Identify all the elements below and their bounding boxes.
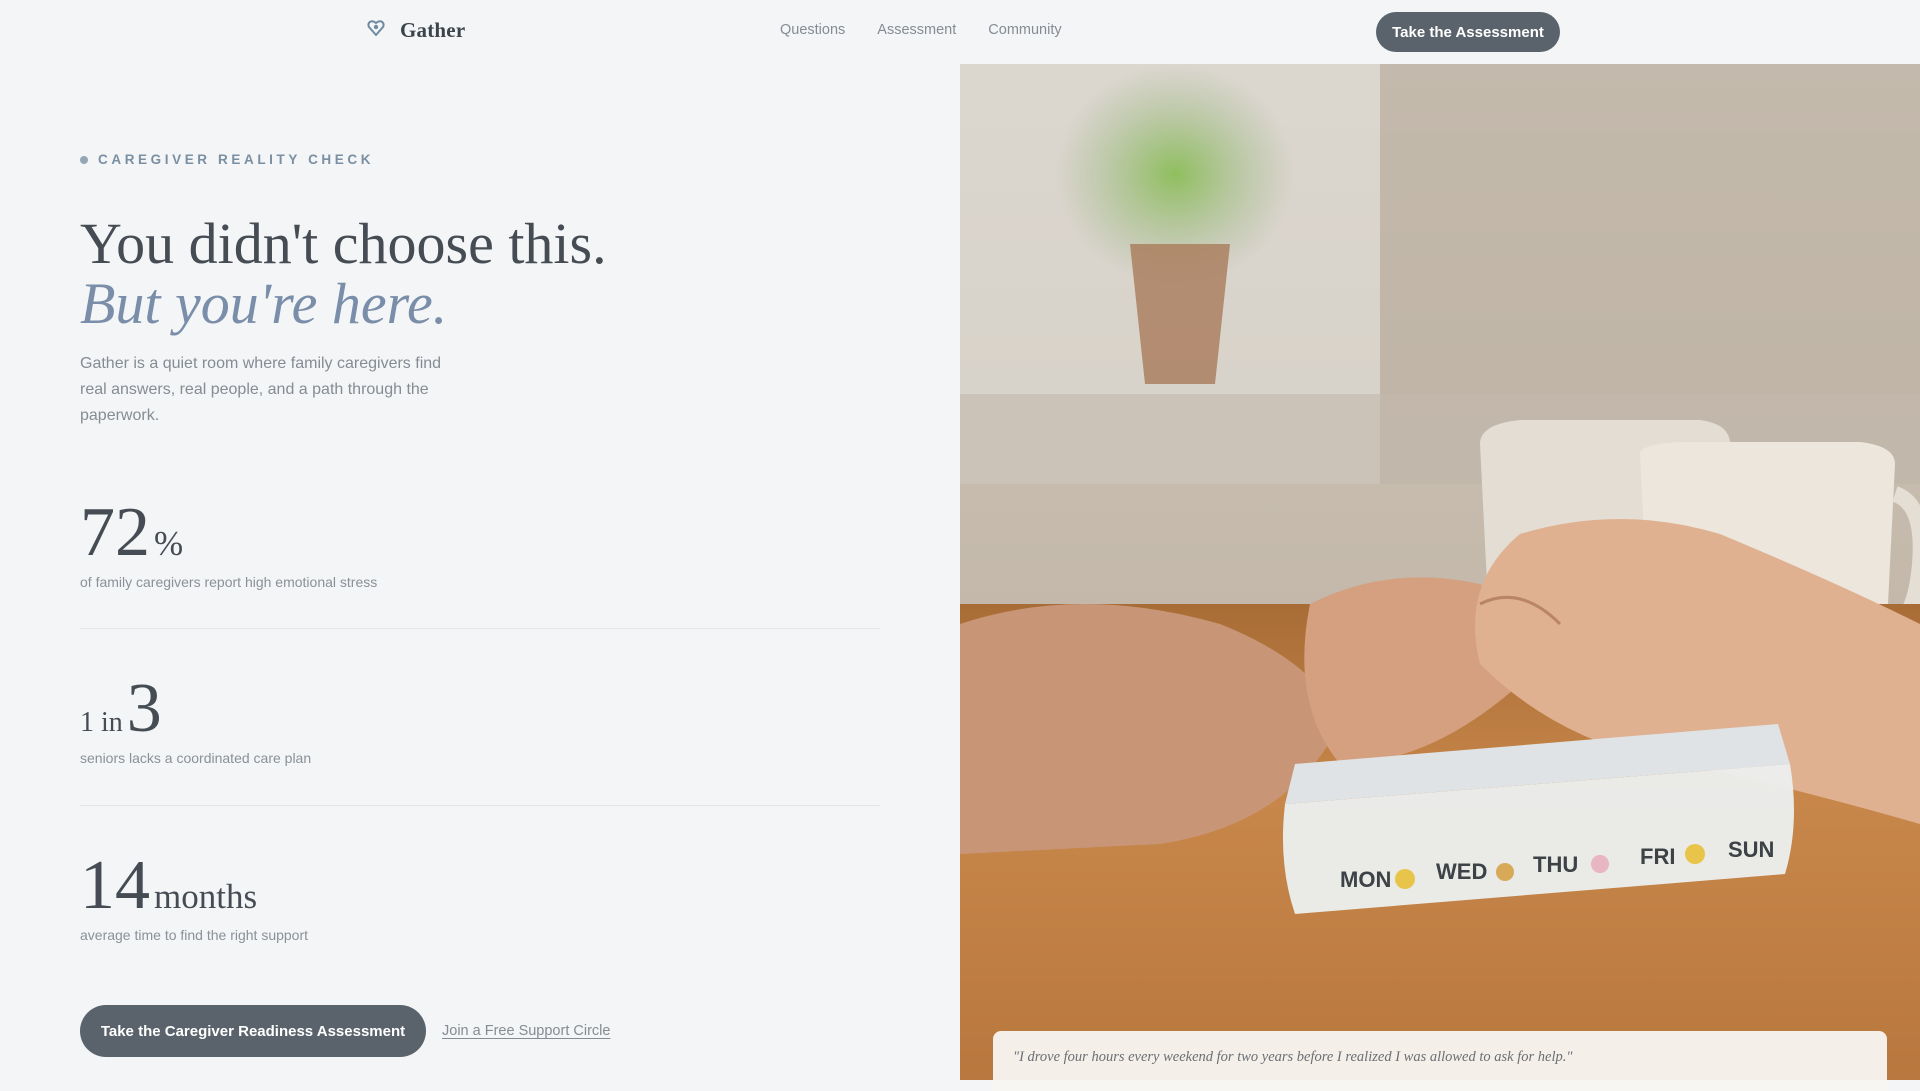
heart-logo-icon [366, 18, 386, 43]
stat-number: 14 [80, 847, 150, 924]
eyebrow-dot [80, 155, 88, 164]
hero-description: Gather is a quiet room where family care… [80, 355, 442, 424]
stat-unit: months [154, 877, 258, 916]
stat-unit: % [154, 524, 184, 563]
stat-value: 1 in 3 [80, 674, 880, 744]
nav-link-assessment[interactable]: Assessment [877, 22, 956, 38]
brand[interactable]: Gather [366, 18, 465, 43]
stat-prefix: 1 in [80, 707, 123, 738]
take-assessment-button[interactable]: Take the Assessment [1376, 12, 1560, 52]
stat-number: 72 [80, 494, 150, 571]
top-nav: Gather Questions Assessment Community Ta… [0, 0, 1920, 64]
stat-number: 3 [126, 670, 162, 747]
headline-line-1: You didn't choose this. [80, 211, 607, 276]
stat-support-time: 14 months average time to find the right… [80, 851, 880, 944]
stat-label: of family caregivers report high emotion… [80, 574, 378, 590]
stat-label: seniors lacks a coordinated care plan [80, 750, 312, 766]
cta-row: Take the Caregiver Readiness Assessment … [80, 1005, 610, 1057]
stat-stress: 72 % of family caregivers report high em… [80, 498, 880, 591]
hands-and-pill-organizer-illustration: MON WED THU FRI SUN [960, 64, 1920, 1080]
brand-name: Gather [400, 18, 466, 42]
testimonial-quote: "I drove four hours every weekend for tw… [1013, 1049, 1573, 1065]
nav-link-community[interactable]: Community [988, 22, 1061, 38]
divider [80, 805, 880, 806]
pill-label: WED [1436, 859, 1487, 884]
eyebrow-text: CAREGIVER REALITY CHECK [98, 152, 375, 167]
pill-label: FRI [1640, 844, 1675, 869]
stat-label: average time to find the right support [80, 927, 309, 943]
stat-value: 14 months [80, 851, 880, 921]
pill-label: THU [1533, 852, 1578, 877]
eyebrow: CAREGIVER REALITY CHECK [80, 152, 374, 167]
divider [80, 628, 880, 629]
testimonial-card: "I drove four hours every weekend for tw… [993, 1031, 1887, 1091]
support-circle-link[interactable]: Join a Free Support Circle [442, 1023, 610, 1039]
pill-label: SUN [1728, 837, 1774, 862]
page-title: You didn't choose this. But you're here. [80, 214, 607, 334]
nav-link-questions[interactable]: Questions [780, 22, 845, 38]
stat-value: 72 % [80, 498, 880, 568]
nav-links: Questions Assessment Community [780, 22, 1062, 38]
stat-care-plan: 1 in 3 seniors lacks a coordinated care … [80, 674, 880, 767]
hero-photo: MON WED THU FRI SUN [960, 64, 1920, 1080]
pill-label: MON [1340, 867, 1391, 892]
headline-line-2: But you're here. [80, 271, 448, 336]
caregiver-assessment-button[interactable]: Take the Caregiver Readiness Assessment [80, 1005, 426, 1057]
